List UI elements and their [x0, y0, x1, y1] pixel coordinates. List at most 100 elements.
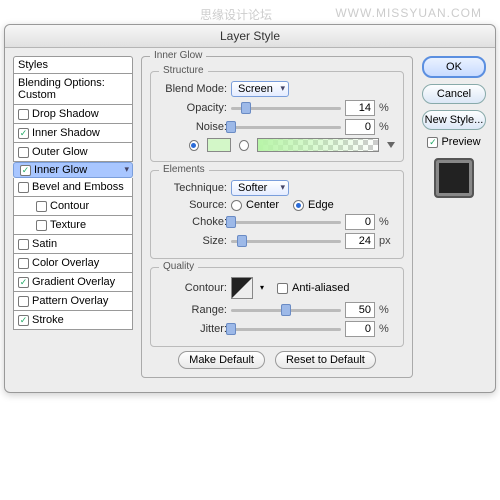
opacity-label: Opacity:: [159, 102, 227, 114]
layer-style-dialog: Layer Style Styles Blending Options: Cus…: [4, 24, 496, 393]
right-column: OK Cancel New Style... Preview: [421, 56, 487, 384]
quality-group: Quality Contour: Anti-aliased Range: 50 …: [150, 267, 404, 347]
effect-checkbox[interactable]: [18, 128, 29, 139]
antialiased-checkbox[interactable]: [277, 283, 288, 294]
ok-button[interactable]: OK: [422, 56, 486, 78]
choke-input[interactable]: 0: [345, 214, 375, 230]
noise-slider[interactable]: [231, 126, 341, 129]
size-label: Size:: [159, 235, 227, 247]
effect-color-overlay[interactable]: Color Overlay: [13, 254, 133, 273]
gradient-radio[interactable]: [239, 140, 249, 151]
preview-checkbox[interactable]: [427, 137, 438, 148]
effect-inner-shadow[interactable]: Inner Shadow: [13, 124, 133, 143]
elements-group: Elements Technique: Softer Source: Cente…: [150, 170, 404, 259]
jitter-label: Jitter:: [159, 323, 227, 335]
styles-header[interactable]: Styles: [13, 56, 133, 74]
effect-label: Inner Shadow: [32, 127, 100, 139]
effect-label: Outer Glow: [32, 146, 88, 158]
color-radio[interactable]: [189, 140, 199, 151]
source-center-label: Center: [246, 199, 279, 211]
opacity-slider[interactable]: [231, 107, 341, 110]
effect-label: Drop Shadow: [32, 108, 99, 120]
antialiased-label: Anti-aliased: [292, 282, 349, 294]
effect-stroke[interactable]: Stroke: [13, 311, 133, 330]
effect-label: Color Overlay: [32, 257, 99, 269]
watermark-cn: 思缘设计论坛: [200, 6, 272, 23]
window-title: Layer Style: [5, 25, 495, 48]
preview-thumbnail: [434, 158, 474, 198]
styles-sidebar: Styles Blending Options: Custom Drop Sha…: [13, 56, 133, 384]
effect-checkbox[interactable]: [18, 258, 29, 269]
effect-checkbox[interactable]: [18, 239, 29, 250]
jitter-unit: %: [379, 323, 389, 335]
blending-options[interactable]: Blending Options: Custom: [13, 74, 133, 105]
effect-checkbox[interactable]: [18, 277, 29, 288]
range-slider[interactable]: [231, 309, 341, 312]
preview-label: Preview: [441, 136, 480, 148]
structure-title: Structure: [159, 65, 208, 76]
reset-default-button[interactable]: Reset to Default: [275, 351, 376, 369]
effect-satin[interactable]: Satin: [13, 235, 133, 254]
range-label: Range:: [159, 304, 227, 316]
make-default-button[interactable]: Make Default: [178, 351, 265, 369]
technique-select[interactable]: Softer: [231, 180, 289, 196]
effect-pattern-overlay[interactable]: Pattern Overlay: [13, 292, 133, 311]
effect-label: Gradient Overlay: [32, 276, 115, 288]
range-input[interactable]: 50: [345, 302, 375, 318]
effect-label: Stroke: [32, 314, 64, 326]
effect-checkbox[interactable]: [18, 147, 29, 158]
contour-label: Contour:: [159, 282, 227, 294]
gradient-dropdown-icon[interactable]: [387, 142, 395, 148]
new-style-button[interactable]: New Style...: [422, 110, 486, 130]
source-edge-radio[interactable]: [293, 200, 304, 211]
cancel-button[interactable]: Cancel: [422, 84, 486, 104]
effect-label: Bevel and Emboss: [32, 181, 124, 193]
size-slider[interactable]: [231, 240, 341, 243]
jitter-input[interactable]: 0: [345, 321, 375, 337]
effect-checkbox[interactable]: [36, 220, 47, 231]
effect-drop-shadow[interactable]: Drop Shadow: [13, 105, 133, 124]
effect-checkbox[interactable]: [18, 182, 29, 193]
technique-label: Technique:: [159, 182, 227, 194]
noise-unit: %: [379, 121, 389, 133]
blend-mode-select[interactable]: Screen: [231, 81, 289, 97]
contour-picker[interactable]: [231, 277, 253, 299]
watermark-url: WWW.MISSYUAN.COM: [335, 6, 482, 20]
effect-label: Pattern Overlay: [32, 295, 108, 307]
blend-mode-label: Blend Mode:: [159, 83, 227, 95]
size-input[interactable]: 24: [345, 233, 375, 249]
structure-group: Structure Blend Mode: Screen Opacity: 14…: [150, 71, 404, 162]
effect-checkbox[interactable]: [36, 201, 47, 212]
effect-contour[interactable]: Contour: [13, 197, 133, 216]
effect-checkbox[interactable]: [20, 165, 31, 176]
effect-label: Contour: [50, 200, 89, 212]
choke-slider[interactable]: [231, 221, 341, 224]
effect-inner-glow[interactable]: Inner Glow: [13, 162, 133, 178]
source-center-radio[interactable]: [231, 200, 242, 211]
effect-bevel-and-emboss[interactable]: Bevel and Emboss: [13, 178, 133, 197]
effect-outer-glow[interactable]: Outer Glow: [13, 143, 133, 162]
gradient-picker[interactable]: [257, 138, 379, 152]
effect-label: Texture: [50, 219, 86, 231]
color-swatch[interactable]: [207, 138, 232, 152]
jitter-slider[interactable]: [231, 328, 341, 331]
effect-gradient-overlay[interactable]: Gradient Overlay: [13, 273, 133, 292]
noise-input[interactable]: 0: [345, 119, 375, 135]
inner-glow-panel: Inner Glow Structure Blend Mode: Screen …: [141, 56, 413, 378]
elements-title: Elements: [159, 164, 209, 175]
effect-checkbox[interactable]: [18, 296, 29, 307]
effect-texture[interactable]: Texture: [13, 216, 133, 235]
effect-label: Satin: [32, 238, 57, 250]
source-edge-label: Edge: [308, 199, 334, 211]
opacity-input[interactable]: 14: [345, 100, 375, 116]
effect-checkbox[interactable]: [18, 315, 29, 326]
range-unit: %: [379, 304, 389, 316]
panel-title: Inner Glow: [150, 50, 206, 61]
effect-label: Inner Glow: [34, 164, 87, 176]
choke-label: Choke:: [159, 216, 227, 228]
choke-unit: %: [379, 216, 389, 228]
quality-title: Quality: [159, 261, 198, 272]
size-unit: px: [379, 235, 391, 247]
effect-checkbox[interactable]: [18, 109, 29, 120]
source-label: Source:: [159, 199, 227, 211]
